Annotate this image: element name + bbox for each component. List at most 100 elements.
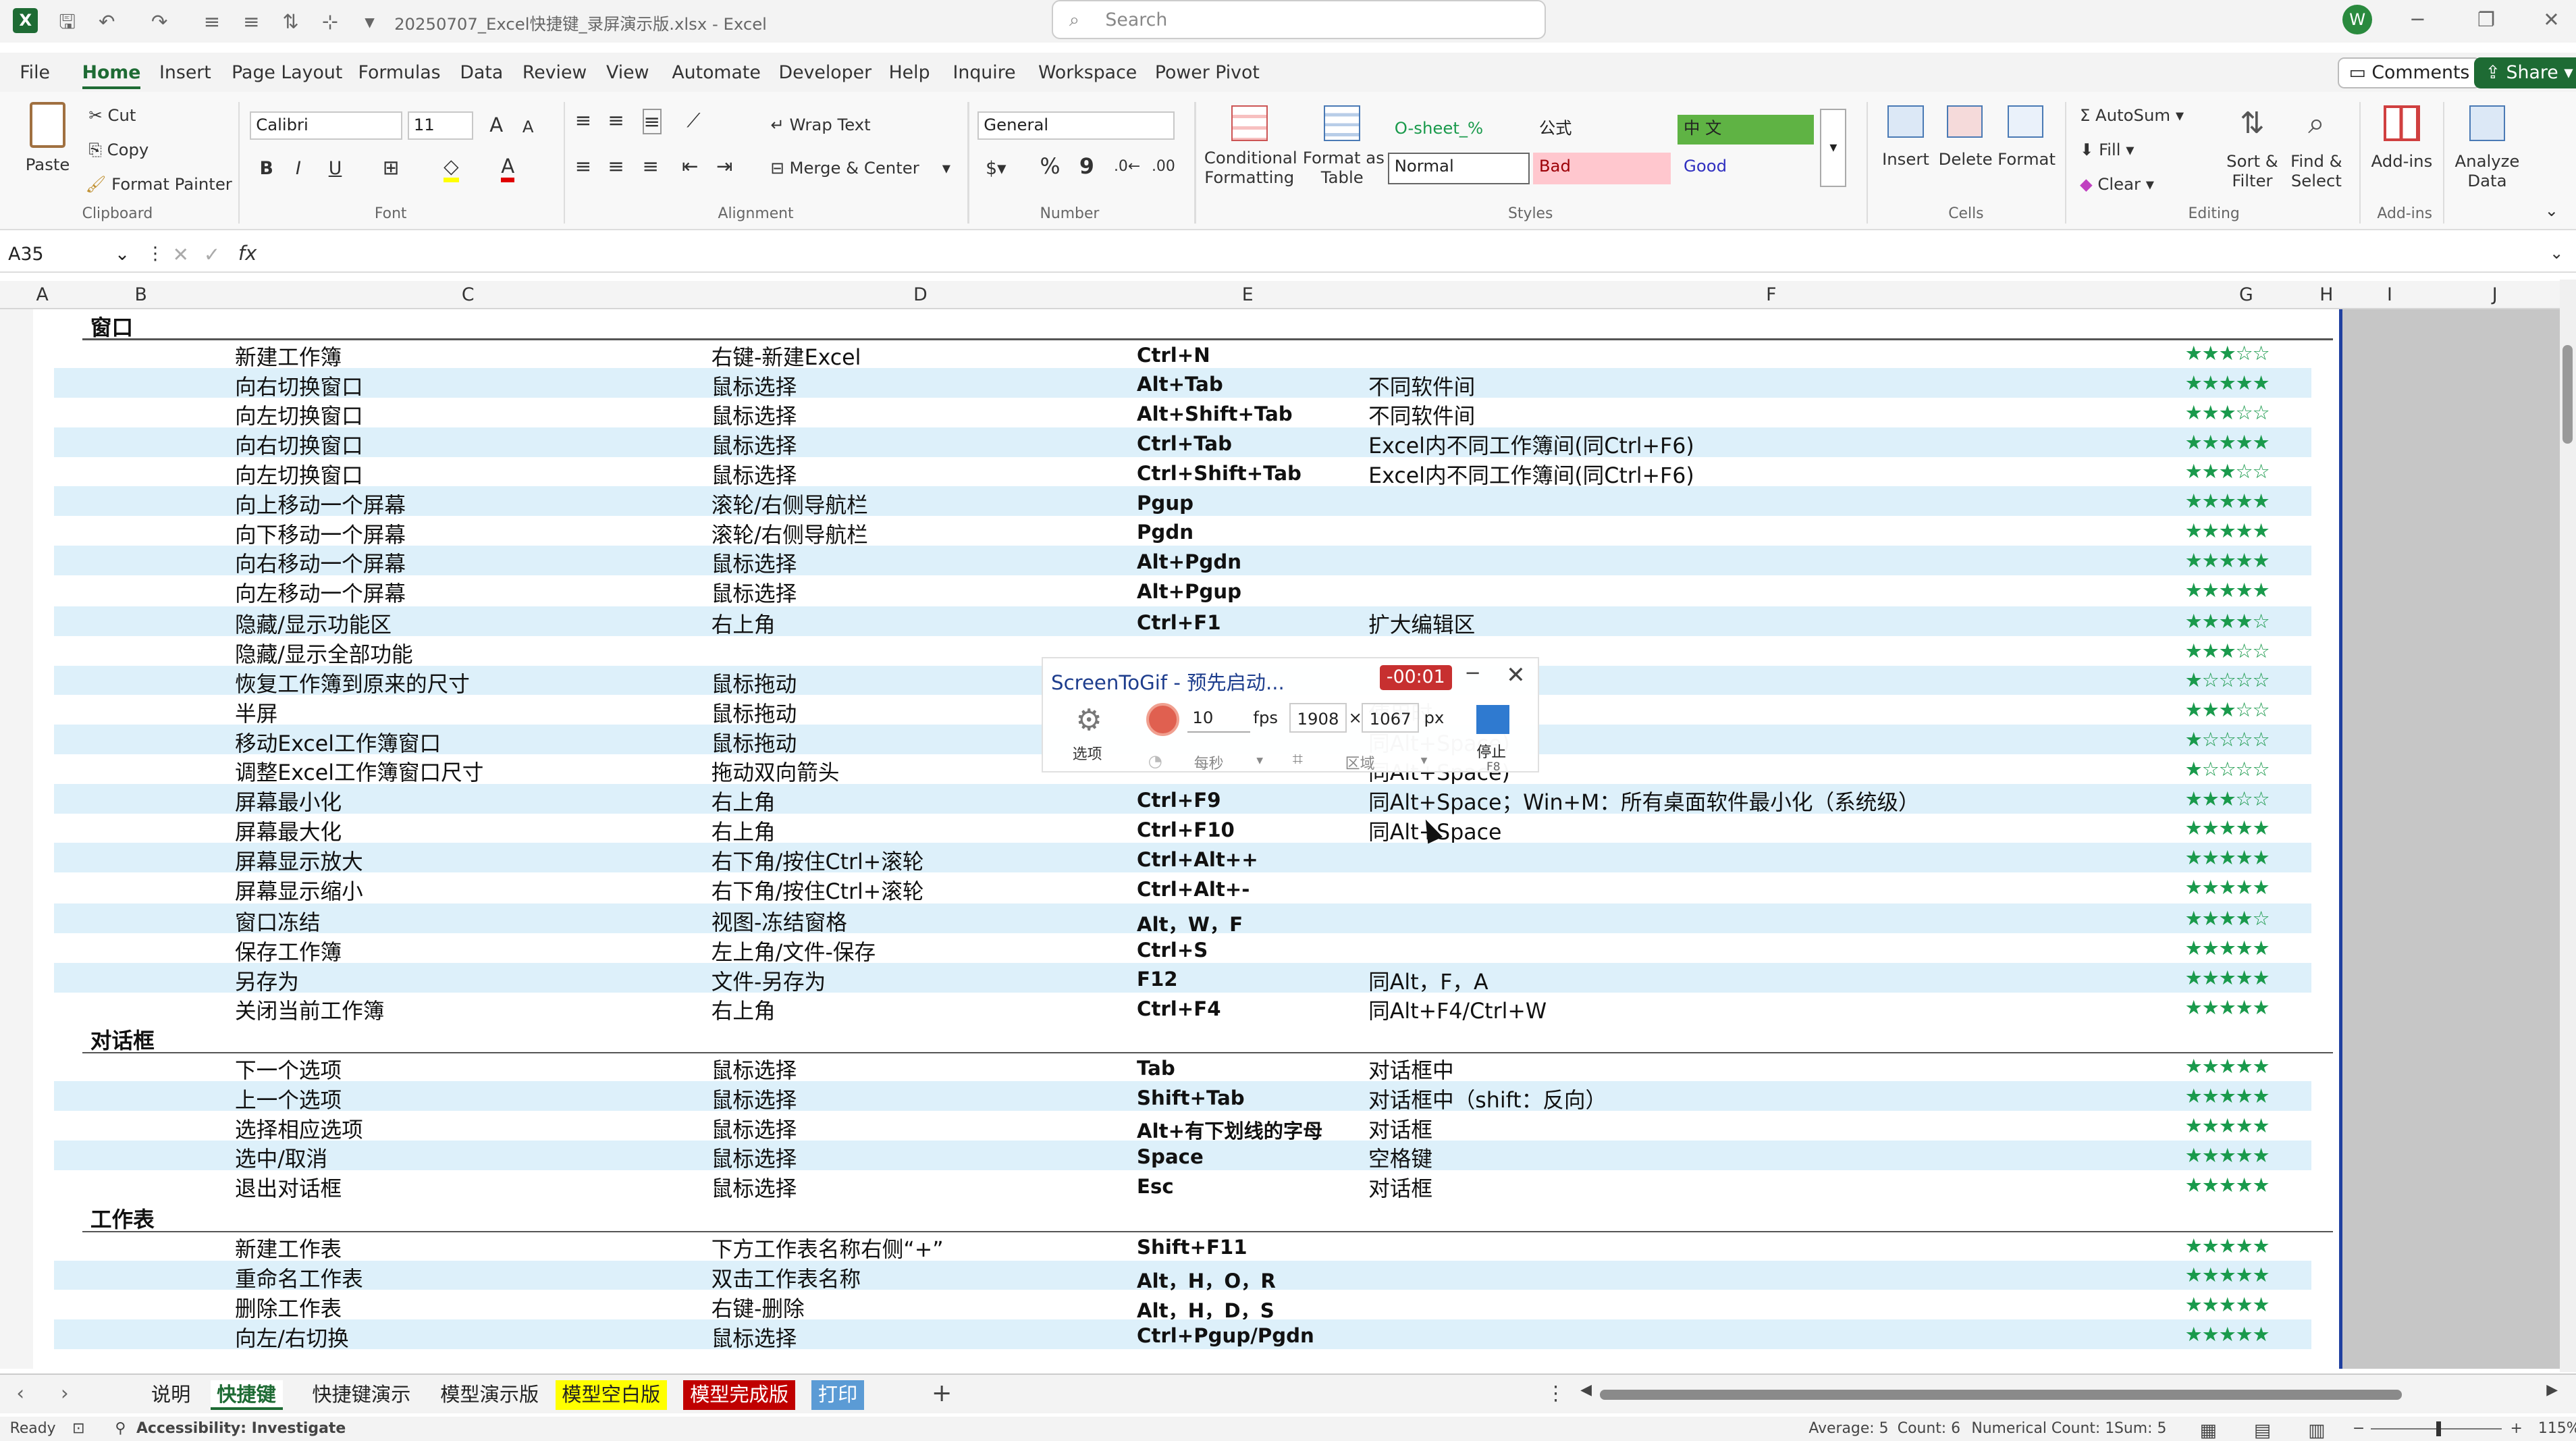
cell-d[interactable]: 鼠标选择 (712, 399, 797, 430)
cell-c[interactable]: 关闭当前工作簿 (235, 994, 384, 1025)
cell-c[interactable]: 上一个选项 (235, 1083, 342, 1114)
cell-g-rating[interactable]: ★★★★★ (2185, 996, 2270, 1019)
cell-e[interactable]: Tab (1137, 1057, 1175, 1080)
enter-icon[interactable]: ✓ (204, 243, 220, 266)
cell-d[interactable]: 鼠标选择 (712, 1083, 797, 1114)
cell-g-rating[interactable]: ★★★☆☆ (2185, 460, 2270, 483)
tab-home[interactable]: Home (82, 62, 141, 90)
cell-c[interactable]: 向左移动一个屏幕 (235, 577, 406, 608)
cell-d[interactable]: 右上角 (712, 608, 776, 639)
cell-e[interactable]: Alt+Shift+Tab (1137, 402, 1293, 425)
cell-f[interactable]: 不同软件间 (1368, 370, 1475, 401)
tab-developer[interactable]: Developer (779, 62, 872, 83)
cell-c[interactable]: 移动Excel工作簿窗口 (235, 727, 441, 758)
number-format-select[interactable]: General (977, 111, 1175, 140)
cell-c[interactable]: 调整Excel工作簿窗口尺寸 (235, 756, 483, 787)
cell-g-rating[interactable]: ★★★☆☆ (2185, 698, 2270, 721)
cell-f[interactable]: 对话框 (1368, 1113, 1432, 1144)
formula-expand-icon[interactable]: ⌄ (2550, 243, 2563, 263)
cell-f[interactable]: 同Alt，F，A (1368, 965, 1488, 996)
indent-icon[interactable]: ≡ (200, 10, 223, 33)
clear-button[interactable]: ◆ Clear ▾ (2080, 174, 2154, 194)
comma-button[interactable]: 9 (1079, 155, 1094, 179)
cell-e[interactable]: Ctrl+Alt+- (1137, 878, 1250, 901)
cell-c[interactable]: 向右移动一个屏幕 (235, 547, 406, 578)
align-left-icon[interactable]: ≡ (575, 155, 591, 178)
tab-workspace[interactable]: Workspace (1038, 62, 1137, 83)
cell-c[interactable]: 半屏 (235, 697, 277, 728)
cell-f[interactable]: 同Alt+F4/Ctrl+W (1368, 994, 1547, 1025)
orientation-icon[interactable]: ⟋ (687, 109, 700, 132)
italic-button[interactable]: I (296, 158, 301, 179)
close-icon[interactable]: ✕ (1506, 662, 1526, 689)
cell-d[interactable]: 双击工作表名称 (712, 1262, 861, 1293)
grow-font-button[interactable]: A (489, 113, 503, 136)
align-top-icon[interactable]: ≡ (575, 109, 591, 132)
cell-d[interactable]: 鼠标选择 (712, 429, 797, 460)
column-header-g[interactable]: G (2239, 284, 2253, 305)
cell-d[interactable]: 滚轮/右侧导航栏 (712, 488, 868, 519)
cell-e[interactable]: Ctrl+F1 (1137, 611, 1220, 634)
customize-qat-icon[interactable]: ▾ (358, 10, 381, 33)
cell-e[interactable]: Ctrl+S (1137, 939, 1208, 962)
zoom-level[interactable]: 115% (2538, 1420, 2576, 1437)
share-button[interactable]: ⇪ Share ▾ (2474, 57, 2576, 89)
page-break-icon[interactable]: ▥ (2308, 1420, 2325, 1441)
cell-g-rating[interactable]: ★★★★★ (2185, 549, 2270, 572)
tab-power-pivot[interactable]: Power Pivot (1155, 62, 1260, 83)
cell-d[interactable]: 滚轮/右侧导航栏 (712, 518, 868, 549)
cell-d[interactable]: 右键-删除 (712, 1292, 805, 1323)
height-input[interactable]: 1067 (1362, 703, 1420, 733)
font-size-select[interactable]: 11 (407, 111, 473, 140)
gear-icon[interactable]: ⚙ (1076, 703, 1102, 737)
style-formula[interactable]: 公式 (1533, 115, 1671, 145)
cell-g-rating[interactable]: ★★★☆☆ (2185, 342, 2270, 365)
sheet-grid[interactable]: 1718窗口42对话框48工作表19新建工作簿右键-新建ExcelCtrl+N★… (33, 309, 2341, 1369)
cell-c[interactable]: 屏幕显示缩小 (235, 874, 363, 906)
cell-c[interactable]: 向左切换窗口 (235, 459, 363, 490)
tab-review[interactable]: Review (522, 62, 587, 83)
quick-access-icon[interactable]: ⊹ (319, 10, 342, 33)
cell-c[interactable]: 退出对话框 (235, 1172, 342, 1203)
cell-g-rating[interactable]: ★★★☆☆ (2185, 401, 2270, 424)
cell-e[interactable]: Ctrl+Pgup/Pgdn (1137, 1324, 1314, 1347)
cell-e[interactable]: Alt+Pgdn (1137, 550, 1241, 573)
cell-e[interactable]: Ctrl+F10 (1137, 818, 1235, 841)
cell-e[interactable]: Esc (1137, 1175, 1174, 1198)
borders-icon[interactable]: ⊞ (383, 156, 399, 179)
tab-formulas[interactable]: Formulas (358, 62, 441, 83)
cell-g-rating[interactable]: ★☆☆☆☆ (2185, 728, 2270, 751)
cell-e[interactable]: Ctrl+N (1137, 344, 1210, 367)
cell-d[interactable]: 左上角/文件-保存 (712, 935, 876, 966)
name-box[interactable]: A35 ⌄ (3, 240, 135, 269)
cell-f[interactable]: 对话框中 (1368, 1053, 1454, 1084)
cell-e[interactable]: Ctrl+Shift+Tab (1137, 462, 1302, 485)
cell-c[interactable]: 向下移动一个屏幕 (235, 518, 406, 549)
add-sheet-icon[interactable]: + (932, 1378, 952, 1407)
sheet-tab[interactable]: 打印 (811, 1380, 865, 1410)
column-header-e[interactable]: E (1242, 284, 1254, 305)
cell-d[interactable]: 鼠标拖动 (712, 667, 797, 698)
cell-g-rating[interactable]: ★★★★★ (2185, 1174, 2270, 1197)
cell-e[interactable]: Ctrl+Tab (1137, 432, 1232, 455)
sheet-tab[interactable]: 快捷键演示 (306, 1380, 417, 1410)
cell-d[interactable]: 右键-新建Excel (712, 340, 861, 371)
zoom-thumb[interactable] (2436, 1421, 2442, 1436)
paste-button[interactable]: Paste (23, 101, 72, 197)
column-header-j[interactable]: J (2492, 284, 2498, 305)
column-header-a[interactable]: A (36, 284, 49, 305)
cell-e[interactable]: Ctrl+Alt++ (1137, 848, 1258, 871)
cell-g-rating[interactable]: ★★★★★ (2185, 519, 2270, 542)
fill-color-icon[interactable]: ◇ (444, 155, 459, 182)
undo-icon[interactable]: ↶ (95, 10, 118, 33)
cell-c[interactable]: 删除工作表 (235, 1292, 342, 1323)
style-osheet[interactable]: O-sheet_% (1388, 115, 1529, 145)
addins-button[interactable]: Add-ins (2371, 105, 2433, 171)
column-header-c[interactable]: C (462, 284, 475, 305)
cell-e[interactable]: Shift+Tab (1137, 1086, 1245, 1109)
hscroll-left-icon[interactable]: ◀ (1580, 1382, 1592, 1398)
cell-c[interactable]: 新建工作簿 (235, 340, 342, 371)
cell-e[interactable]: Alt+Pgup (1137, 580, 1241, 603)
cell-f[interactable]: 不同软件间 (1368, 399, 1475, 430)
align-bottom-icon[interactable]: ≡ (642, 108, 662, 134)
